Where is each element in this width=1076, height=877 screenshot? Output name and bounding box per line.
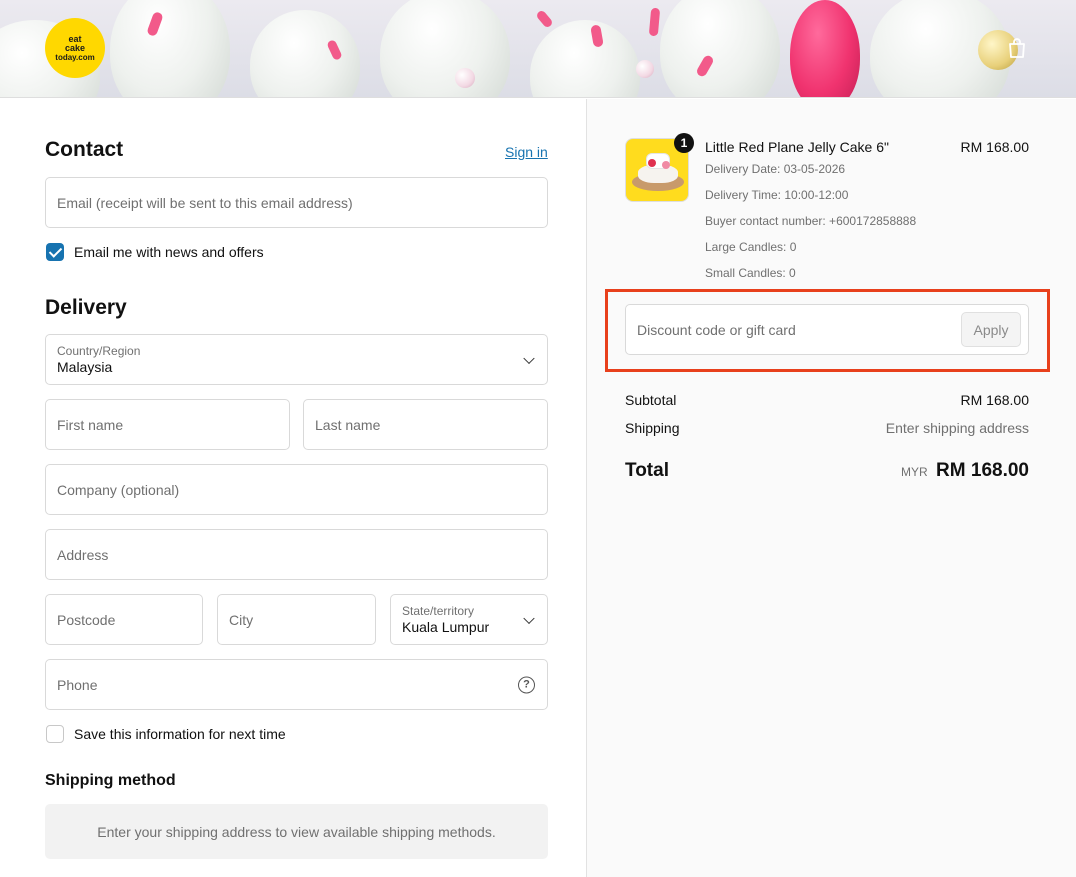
newsletter-checkbox[interactable] (46, 243, 64, 261)
meringue-decoration (110, 0, 230, 97)
email-field[interactable]: Email (receipt will be sent to this emai… (45, 177, 548, 228)
large-candles: Large Candles: 0 (705, 240, 797, 254)
meringue-decoration (380, 0, 510, 97)
first-name-placeholder: First name (57, 416, 124, 433)
state-value: Kuala Lumpur (402, 618, 490, 635)
postcode-field[interactable]: Postcode (45, 594, 203, 645)
discount-placeholder: Discount code or gift card (637, 321, 796, 338)
city-placeholder: City (229, 611, 254, 628)
state-select[interactable]: State/territory Kuala Lumpur (390, 594, 548, 645)
last-name-field[interactable]: Last name (303, 399, 548, 450)
shipping-method-heading: Shipping method (45, 772, 176, 789)
address-placeholder: Address (57, 546, 109, 563)
last-name-placeholder: Last name (315, 416, 381, 433)
chevron-down-icon (523, 352, 535, 364)
meringue-decoration (530, 20, 640, 97)
delivery-date: Delivery Date: 03-05-2026 (705, 162, 846, 176)
total-value: RM 168.00 (936, 460, 1029, 481)
chevron-down-icon (523, 612, 535, 624)
save-info-label: Save this information for next time (74, 726, 286, 742)
pearl-decoration (636, 60, 654, 78)
meringue-decoration (250, 10, 360, 97)
email-placeholder: Email (receipt will be sent to this emai… (57, 194, 353, 211)
city-field[interactable]: City (217, 594, 376, 645)
postcode-placeholder: Postcode (57, 611, 116, 628)
delivery-time: Delivery Time: 10:00-12:00 (705, 188, 849, 202)
subtotal-value: RM 168.00 (960, 392, 1029, 408)
small-candles: Small Candles: 0 (705, 266, 796, 280)
apply-button[interactable]: Apply (961, 312, 1021, 347)
logo-line: today.com (55, 52, 95, 62)
sign-in-link[interactable]: Sign in (505, 144, 548, 160)
total-label: Total (625, 460, 669, 481)
product-title: Little Red Plane Jelly Cake 6" (705, 139, 889, 155)
total-currency: MYR (901, 465, 928, 479)
shipping-method-message: Enter your shipping address to view avai… (45, 804, 548, 859)
meringue-decoration (660, 0, 780, 97)
logo-line: cake (64, 42, 86, 53)
shopping-bag-icon[interactable] (1005, 36, 1029, 60)
pearl-decoration (455, 68, 475, 88)
newsletter-label: Email me with news and offers (74, 244, 264, 260)
phone-placeholder: Phone (57, 676, 98, 693)
contact-heading: Contact (45, 138, 124, 161)
country-label: Country/Region (57, 343, 141, 358)
first-name-field[interactable]: First name (45, 399, 290, 450)
quantity-badge: 1 (674, 133, 694, 153)
country-value: Malaysia (57, 358, 113, 375)
product-price: RM 168.00 (960, 139, 1029, 155)
sprinkle-decoration (535, 9, 554, 29)
header-banner: eat cake today.com (0, 0, 1076, 98)
address-field[interactable]: Address (45, 529, 548, 580)
company-placeholder: Company (optional) (57, 481, 180, 498)
delivery-heading: Delivery (45, 296, 127, 319)
help-icon[interactable]: ? (518, 676, 535, 693)
store-logo[interactable]: eat cake today.com (45, 18, 105, 78)
phone-field[interactable]: Phone ? (45, 659, 548, 710)
state-label: State/territory (402, 603, 475, 618)
buyer-contact: Buyer contact number: +600172858888 (705, 214, 917, 228)
shipping-value: Enter shipping address (885, 420, 1029, 436)
country-select[interactable]: Country/Region Malaysia (45, 334, 548, 385)
company-field[interactable]: Company (optional) (45, 464, 548, 515)
save-info-checkbox[interactable] (46, 725, 64, 743)
sprinkle-decoration (648, 7, 661, 37)
shipping-method-text: Enter your shipping address to view avai… (97, 823, 496, 840)
subtotal-label: Subtotal (625, 392, 677, 408)
shipping-label: Shipping (625, 420, 680, 436)
meringue-decoration (790, 0, 860, 97)
